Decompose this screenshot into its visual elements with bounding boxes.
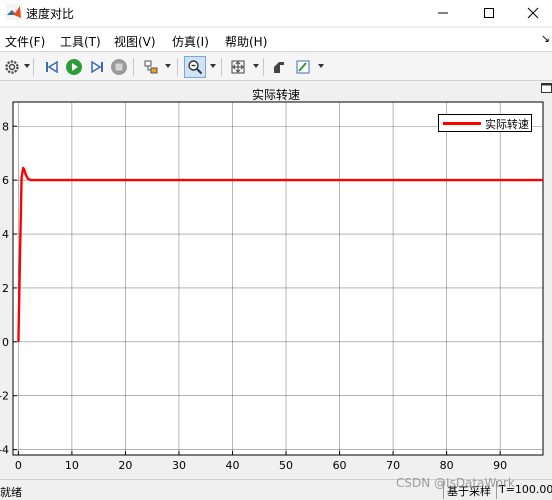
scope-window: 速度对比 文件(F) 工具(T) 视图(V) 仿真(I) 帮助(H) ↘ 0 1… [0, 0, 552, 500]
matlab-icon [6, 4, 22, 20]
toolbar-separator [33, 58, 34, 76]
close-button[interactable] [510, 0, 552, 26]
step-back-icon [46, 60, 58, 74]
step-forward-icon [91, 60, 103, 74]
signal-selector-button[interactable] [140, 56, 162, 78]
y-tick-label: 4 [2, 228, 9, 241]
x-tick-label: 90 [493, 459, 507, 472]
run-icon [66, 59, 82, 75]
x-tick-label: 50 [279, 459, 293, 472]
x-tick-label: 70 [386, 459, 400, 472]
x-tick-label: 0 [15, 459, 22, 472]
y-tick-label: 8 [2, 120, 9, 133]
minimize-button[interactable] [420, 0, 466, 26]
stop-button[interactable] [108, 56, 130, 78]
fit-dropdown-icon[interactable] [253, 64, 259, 68]
minimize-icon [438, 12, 448, 14]
maximize-icon [484, 8, 494, 18]
style-dropdown-icon[interactable] [318, 64, 324, 68]
signal-selector-icon [144, 60, 158, 74]
x-tick-label: 60 [333, 459, 347, 472]
style-button[interactable] [292, 56, 314, 78]
maximize-button[interactable] [466, 0, 512, 26]
zoom-button[interactable] [184, 56, 206, 78]
menu-help[interactable]: 帮助(H) [225, 33, 267, 50]
title-bar: 速度对比 [0, 0, 552, 26]
stop-icon [111, 59, 127, 75]
y-tick-label: 6 [2, 174, 9, 187]
cursor-measure-icon [274, 62, 284, 73]
plot-legend[interactable]: 实际转速 [438, 114, 532, 132]
zoom-dropdown-icon[interactable] [210, 64, 216, 68]
y-tick-label: -4 [0, 444, 9, 457]
signal-selector-dropdown-icon[interactable] [165, 64, 171, 68]
menu-tools[interactable]: 工具(T) [60, 33, 101, 50]
fit-to-view-button[interactable] [227, 56, 249, 78]
x-tick-label: 30 [172, 459, 186, 472]
zoom-icon [188, 60, 203, 75]
toolbar-separator [221, 58, 222, 76]
toolbar-separator [177, 58, 178, 76]
close-icon [527, 7, 539, 19]
menu-overflow-icon[interactable]: ↘ [541, 32, 550, 45]
style-icon [296, 60, 310, 74]
run-button[interactable] [63, 56, 85, 78]
menu-bar: 文件(F) 工具(T) 视图(V) 仿真(I) 帮助(H) ↘ [0, 28, 552, 52]
y-tick-label: -2 [0, 390, 9, 403]
fit-to-view-icon [231, 60, 245, 74]
y-tick-label: 2 [2, 282, 9, 295]
plot-panel: 0 10 20 30 40 50 60 70 80 90 -4 -2 0 2 4 6 8 实际转速 实际转速 [0, 82, 552, 476]
x-tick-label: 20 [118, 459, 132, 472]
x-tick-label: 40 [225, 459, 239, 472]
toolbar-separator [133, 58, 134, 76]
settings-icon [5, 60, 19, 74]
window-title: 速度对比 [26, 7, 75, 21]
x-tick-label: 10 [65, 459, 79, 472]
watermark: CSDN @IsDataWork [396, 476, 515, 490]
status-text: 就绪 [0, 486, 22, 499]
step-forward-button[interactable] [86, 56, 108, 78]
legend-label: 实际转速 [485, 118, 529, 131]
toolbar-separator [263, 58, 264, 76]
menu-file[interactable]: 文件(F) [5, 33, 45, 50]
menu-view[interactable]: 视图(V) [114, 33, 156, 50]
plot-area[interactable] [12, 101, 544, 456]
settings-button[interactable] [1, 56, 23, 78]
y-tick-label: 0 [2, 336, 9, 349]
line-chart[interactable]: 0 10 20 30 40 50 60 70 80 90 -4 -2 0 2 4 6 8 [0, 82, 552, 476]
settings-dropdown-icon[interactable] [24, 64, 30, 68]
x-tick-label: 80 [440, 459, 454, 472]
cursor-measure-button[interactable] [268, 56, 290, 78]
legend-swatch [443, 122, 481, 125]
plot-title: 实际转速 [251, 88, 300, 102]
menu-simulation[interactable]: 仿真(I) [172, 33, 209, 50]
undock-icon[interactable] [541, 83, 552, 93]
toolbar [0, 53, 552, 81]
step-back-button[interactable] [41, 56, 63, 78]
